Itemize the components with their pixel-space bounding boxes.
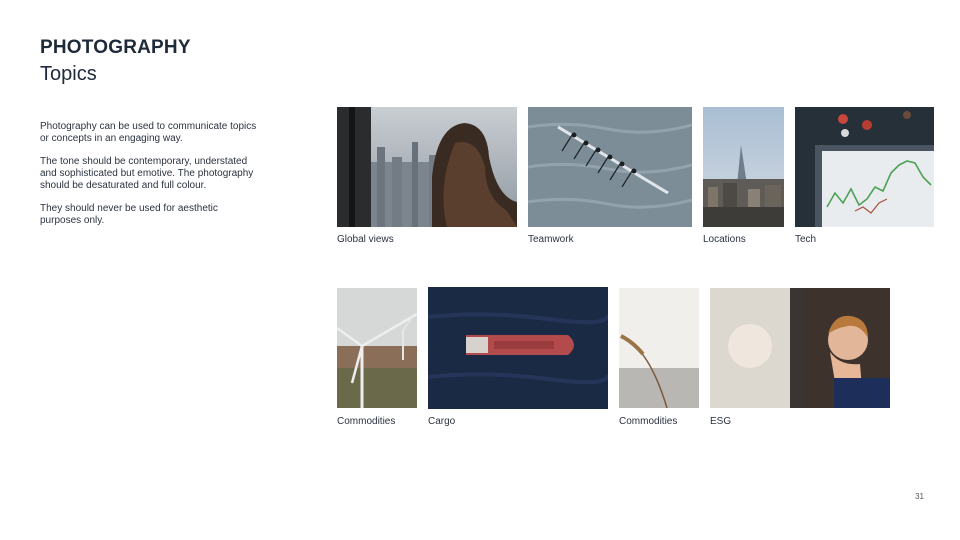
photo-tech [795,107,934,227]
caption-commodities-2: Commodities [619,416,678,427]
intro-paragraph-3: They should never be used for aesthetic … [40,203,218,226]
photo-teamwork [528,107,692,227]
page-number: 31 [915,492,924,501]
page-title: PHOTOGRAPHY [40,37,191,58]
intro-paragraph-2: The tone should be contemporary, underst… [40,156,254,191]
cargo-ship-image [428,287,608,409]
photo-locations [703,107,784,227]
caption-commodities-1: Commodities [337,416,396,427]
page-subtitle: Topics [40,63,97,85]
photo-cargo [428,287,608,409]
caption-tech: Tech [795,234,817,245]
caption-cargo: Cargo [428,416,456,427]
photo-global-views [337,107,517,227]
intro-paragraph-1: Photography can be used to communicate t… [40,121,257,144]
caption-esg: ESG [710,416,732,427]
photo-commodities-grain [619,288,699,408]
wheat-stalk-image [619,288,699,408]
shard-skyline-image [703,107,784,227]
rowing-boat-image [528,107,692,227]
slide-heading: PHOTOGRAPHY Topics [40,37,191,87]
city-skyline-window-image [337,107,517,227]
child-at-window-image [710,288,890,408]
wind-turbine-image [337,288,417,408]
caption-locations: Locations [703,234,746,245]
caption-teamwork: Teamwork [528,234,574,245]
photo-commodities-wind [337,288,417,408]
photo-esg [710,288,890,408]
intro-text: Photography can be used to communicate t… [40,121,260,238]
caption-global-views: Global views [337,234,394,245]
stock-chart-screen-image [795,107,934,227]
